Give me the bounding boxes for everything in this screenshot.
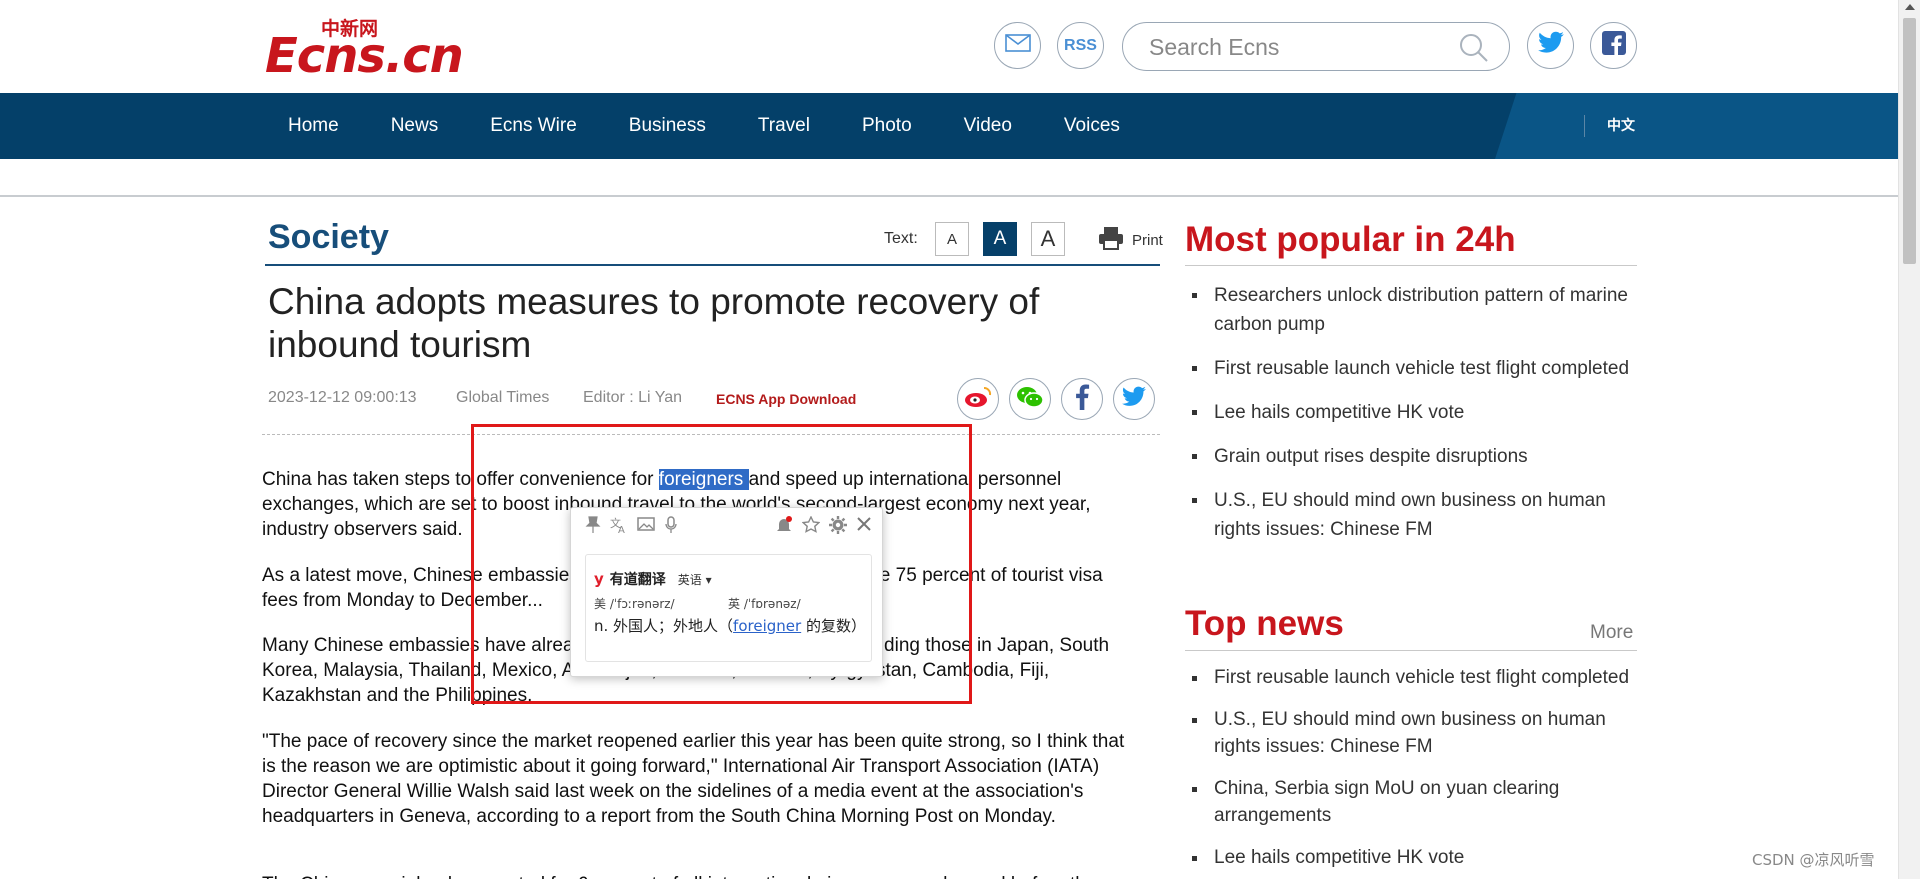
list-item[interactable]: First reusable launch vehicle test fligh… (1188, 664, 1638, 691)
csdn-watermark: CSDN @凉风听雪 (1752, 851, 1875, 869)
most-popular-list: Researchers unlock distribution pattern … (1188, 281, 1638, 544)
twitter-icon (1537, 31, 1565, 60)
article-headline: China adopts measures to promote recover… (268, 281, 1040, 365)
wechat-share-button[interactable] (1009, 378, 1051, 420)
search-box (1122, 22, 1510, 71)
star-icon[interactable] (801, 515, 821, 539)
youdao-brand: y 有道翻译 英语 ▾ (594, 569, 712, 589)
us-phonetic: 美 /ˈfɔːrənərz/ (594, 597, 675, 611)
section-rule (265, 264, 1160, 266)
printer-icon (1098, 226, 1124, 254)
nav-home[interactable]: Home (262, 93, 365, 159)
article-editor: Editor : Li Yan (583, 389, 683, 406)
rss-button[interactable]: RSS (1057, 22, 1104, 69)
popup-toolbar-left: 文A (585, 516, 678, 539)
font-size-large-button[interactable]: A (1031, 222, 1065, 256)
logo-text: Ecns.cn (265, 28, 464, 84)
twitter-button[interactable] (1527, 22, 1574, 69)
search-input[interactable] (1149, 33, 1449, 61)
font-size-medium-button[interactable]: A (983, 222, 1017, 256)
list-item[interactable]: U.S., EU should mind own business on hum… (1188, 486, 1638, 544)
facebook-share-button[interactable] (1061, 378, 1103, 420)
font-size-small-button[interactable]: A (935, 222, 969, 256)
nav-decoration (1495, 93, 1898, 159)
rss-icon: RSS (1064, 36, 1097, 54)
settings-gear-icon[interactable] (829, 516, 847, 539)
section-title[interactable]: Society (268, 218, 389, 257)
list-item[interactable]: China, Serbia sign MoU on yuan clearing … (1188, 775, 1638, 829)
scrollbar-thumb[interactable] (1903, 18, 1916, 264)
weibo-share-button[interactable] (957, 378, 999, 420)
text-size-label: Text: (884, 230, 918, 247)
article-paragraph-5: The Chinese mainland accounted for 6 per… (262, 872, 1142, 879)
list-item[interactable]: First reusable launch vehicle test fligh… (1188, 354, 1638, 383)
list-item[interactable]: Grain output rises despite disruptions (1188, 442, 1638, 471)
pin-icon[interactable] (585, 516, 601, 539)
microphone-icon[interactable] (664, 516, 678, 539)
definition-text: n. 外国人；外地人（foreigner 的复数） (594, 615, 869, 637)
twitter-icon (1121, 386, 1147, 413)
definition-prefix: n. 外国人；外地人（ (594, 617, 734, 635)
definition-link[interactable]: foreigner (733, 617, 801, 635)
svg-text:A: A (618, 525, 625, 534)
definition-suffix: 的复数） (801, 617, 866, 635)
site-header: 中新网 Ecns.cn RSS (0, 0, 1898, 93)
print-button[interactable]: Print (1098, 226, 1163, 254)
top-news-list: First reusable launch vehicle test fligh… (1188, 664, 1638, 871)
app-download-link[interactable]: ECNS App Download (716, 391, 856, 407)
facebook-icon (1601, 30, 1627, 61)
top-news-rule (1185, 650, 1637, 651)
top-news-title: Top news (1185, 604, 1344, 643)
list-item[interactable]: U.S., EU should mind own business on hum… (1188, 706, 1638, 760)
facebook-button[interactable] (1590, 22, 1637, 69)
language-label: 英语 (677, 572, 702, 587)
nav-travel[interactable]: Travel (732, 93, 836, 159)
translator-name: 有道翻译 (609, 572, 666, 588)
nav-photo[interactable]: Photo (836, 93, 938, 159)
translate-icon[interactable]: 文A (610, 516, 628, 539)
list-item[interactable]: Lee hails competitive HK vote (1188, 844, 1638, 871)
article-paragraph-4: "The pace of recovery since the market r… (262, 731, 1125, 827)
scroll-up-icon[interactable] (1905, 4, 1915, 10)
header-divider (0, 195, 1898, 197)
popup-toolbar-right (775, 515, 872, 539)
list-item[interactable]: Researchers unlock distribution pattern … (1188, 281, 1638, 339)
wechat-icon (1016, 385, 1044, 414)
nav-divider (1584, 115, 1585, 137)
list-item[interactable]: Lee hails competitive HK vote (1188, 398, 1638, 427)
nav-business[interactable]: Business (603, 93, 732, 159)
nav-chinese-link[interactable]: 中文 (1607, 93, 1635, 159)
image-icon[interactable] (637, 516, 655, 539)
notification-bell-icon[interactable] (775, 516, 793, 539)
language-select[interactable]: 英语 ▾ (678, 571, 712, 588)
weibo-icon (964, 385, 992, 414)
uk-phonetic: 英 /ˈfɒrənəz/ (728, 597, 801, 611)
print-label: Print (1132, 231, 1163, 249)
page-scrollbar[interactable] (1898, 0, 1920, 879)
translation-popup: 文A y 有道翻译 英语 ▾ 美 /ˈfɔːrənərz/ 英 /ˈfɒrənə… (570, 507, 883, 677)
facebook-icon (1074, 383, 1090, 415)
twitter-share-button[interactable] (1113, 378, 1155, 420)
nav-voices[interactable]: Voices (1038, 93, 1146, 159)
nav-video[interactable]: Video (938, 93, 1038, 159)
main-nav: Home News Ecns Wire Business Travel Phot… (0, 93, 1898, 159)
email-button[interactable] (994, 22, 1041, 69)
nav-news[interactable]: News (365, 93, 465, 159)
article-source: Global Times (456, 389, 550, 406)
article-datetime: 2023-12-12 09:00:13 (268, 389, 417, 406)
close-icon[interactable] (856, 516, 872, 539)
youdao-logo-icon: y (594, 570, 604, 588)
search-icon[interactable] (1459, 33, 1489, 68)
nav-ecns-wire[interactable]: Ecns Wire (464, 93, 603, 159)
top-news-more-link[interactable]: More (1590, 622, 1633, 644)
email-icon (1004, 34, 1031, 57)
site-logo[interactable]: 中新网 Ecns.cn (265, 14, 485, 84)
most-popular-rule (1185, 265, 1637, 266)
translation-result-panel: y 有道翻译 英语 ▾ 美 /ˈfɔːrənərz/ 英 /ˈfɒrənəz/ … (585, 554, 872, 662)
most-popular-title: Most popular in 24h (1185, 220, 1516, 259)
